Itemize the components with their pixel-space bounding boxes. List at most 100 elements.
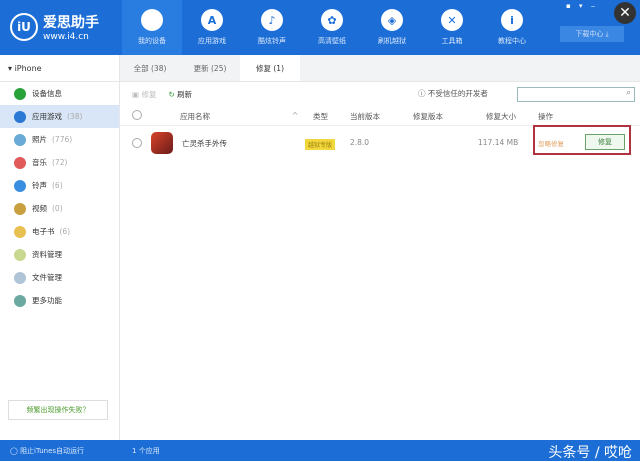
nav-icon: ✿ (321, 9, 343, 31)
repair-label: 修复 (141, 89, 157, 99)
nav-icon: i (501, 9, 523, 31)
nav-icon: A (201, 9, 223, 31)
sidebar-item-count: (6) (52, 181, 63, 190)
help-button[interactable]: 频繁出现操作失败？ (8, 400, 108, 420)
untrusted-developer-link[interactable]: ⓘ 不受信任的开发者 (418, 88, 488, 99)
sidebar-item[interactable]: 铃声 (6) (0, 174, 119, 197)
col-action: 操作 (538, 112, 553, 121)
sidebar-icon (14, 110, 26, 123)
nav-item[interactable]: ✕ 工具箱 (422, 0, 482, 55)
sidebar-icon (14, 87, 26, 100)
nav-item[interactable]: i 教程中心 (482, 0, 542, 55)
tab[interactable]: 全部 (38) (120, 55, 180, 81)
table-header: 应用名称 ^ 类型 当前版本 修复版本 修复大小 操作 (120, 106, 640, 126)
app-name: 亡灵杀手外传 (182, 139, 227, 148)
tab[interactable]: 更新 (25) (180, 55, 240, 81)
sidebar-item-label: 视频 (32, 204, 47, 213)
nav-item[interactable]: ♪ 酷炫铃声 (242, 0, 302, 55)
repair-icon: ▣ (132, 89, 142, 99)
table-row[interactable]: 亡灵杀手外传 越狱专版 2.8.0 117.14 MB 忽略修复 修复 (120, 125, 640, 159)
device-name: iPhone (14, 63, 42, 73)
nav-label: 酷炫铃声 (258, 37, 286, 45)
logo-name: 爱思助手 (43, 15, 99, 31)
sidebar-item-label: 应用游戏 (32, 112, 62, 121)
search-icon: ⌕ (625, 88, 631, 98)
sidebar-item-label: 设备信息 (32, 89, 62, 98)
sidebar-icon (14, 179, 26, 192)
nav-label: 应用游戏 (198, 37, 226, 45)
col-name[interactable]: 应用名称 (180, 111, 210, 122)
sidebar-item[interactable]: 资料管理 (0, 243, 119, 266)
sidebar-item-count: (38) (67, 112, 83, 121)
sidebar-item-count: (6) (59, 227, 71, 236)
nav-item[interactable]: 我的设备 (122, 0, 182, 55)
main-nav: 我的设备 A 应用游戏 ♪ 酷炫铃声 ✿ 高清壁纸 ◈ 刷机越狱 ✕ 工具箱 i 教程中心 (122, 0, 542, 55)
sidebar-icon (14, 271, 26, 284)
sidebar-item[interactable]: 应用游戏 (38) (0, 105, 119, 128)
tab[interactable]: 修复 (1) (240, 55, 300, 81)
sidebar-icon (14, 294, 26, 307)
col-repair-version: 修复版本 (413, 112, 443, 121)
col-size: 修复大小 (486, 112, 516, 121)
close-icon[interactable]: ✕ (614, 2, 636, 24)
repair-size: 117.14 MB (478, 138, 519, 147)
nav-icon: ◈ (381, 9, 403, 31)
watermark: 头条号 / 哎呛 (548, 445, 632, 461)
refresh-icon: ↻ (168, 89, 178, 99)
col-type: 类型 (313, 112, 328, 121)
sidebar-item-count: (0) (52, 204, 63, 213)
download-center-button[interactable]: 下载中心 ⤓ (560, 26, 624, 42)
sidebar-icon (14, 202, 26, 215)
sidebar-item[interactable]: 视频 (0) (0, 197, 119, 220)
col-current-version: 当前版本 (350, 112, 380, 121)
window-controls[interactable]: ▪ ▾ ‒ (566, 2, 598, 10)
sidebar-item[interactable]: 设备信息 (0, 82, 119, 105)
nav-icon (141, 9, 163, 31)
nav-icon: ♪ (261, 9, 283, 31)
sidebar-icon (14, 248, 26, 261)
app-header: iU 爱思助手 www.i4.cn 我的设备 A 应用游戏 ♪ 酷炫铃声 ✿ 高清壁纸 ◈ 刷机越… (0, 0, 640, 55)
sidebar-icon (14, 133, 26, 146)
sidebar-item-label: 照片 (32, 135, 47, 144)
tab-bar: 全部 (38) 更新 (25) 修复 (1) (120, 55, 640, 82)
nav-item[interactable]: ✿ 高清壁纸 (302, 0, 362, 55)
block-itunes-toggle[interactable]: 阻止iTunes自动运行 (20, 446, 84, 456)
refresh-button[interactable]: ↻ 刷新 (168, 89, 192, 100)
toolbar: ▣ 修复 ↻ 刷新 ⓘ 不受信任的开发者 ⌕ (120, 82, 640, 106)
sidebar-item-label: 资料管理 (32, 250, 62, 259)
sidebar-item-label: 音乐 (32, 158, 47, 167)
sidebar-item-count: (776) (52, 135, 73, 144)
refresh-label: 刷新 (177, 89, 193, 99)
sidebar-icon (14, 156, 26, 169)
nav-label: 我的设备 (138, 37, 166, 45)
logo-url: www.i4.cn (43, 32, 89, 42)
untrusted-label: 不受信任的开发者 (427, 89, 488, 98)
repair-all-button[interactable]: ▣ 修复 (132, 89, 156, 100)
device-selector[interactable]: ▾ iPhone (0, 55, 119, 82)
search-input[interactable]: ⌕ (517, 87, 635, 102)
sidebar-item-label: 电子书 (32, 227, 55, 236)
nav-label: 教程中心 (498, 37, 526, 45)
sidebar-icon (14, 225, 26, 238)
nav-label: 工具箱 (441, 37, 463, 45)
select-all-checkbox[interactable] (132, 110, 142, 120)
nav-item[interactable]: A 应用游戏 (182, 0, 242, 55)
info-icon: ⓘ (418, 89, 428, 98)
sidebar-item[interactable]: 照片 (776) (0, 128, 119, 151)
sidebar-item[interactable]: 更多功能 (0, 289, 119, 312)
logo-icon: iU (10, 13, 38, 41)
sort-icon[interactable]: ^ (292, 111, 298, 120)
type-badge: 越狱专版 (305, 139, 336, 150)
nav-label: 刷机越狱 (378, 37, 406, 45)
sidebar: ▾ iPhone 设备信息应用游戏 (38) 照片 (776) 音乐 (72) 铃声 (6) 视… (0, 55, 120, 440)
sidebar-item[interactable]: 音乐 (72) (0, 151, 119, 174)
circle-icon: ◯ (10, 446, 21, 455)
sidebar-item-label: 更多功能 (32, 296, 62, 305)
nav-icon: ✕ (441, 9, 463, 31)
sidebar-item[interactable]: 文件管理 (0, 266, 119, 289)
sidebar-item-label: 文件管理 (32, 273, 62, 282)
sidebar-item[interactable]: 电子书 (6) (0, 220, 119, 243)
row-checkbox[interactable] (132, 138, 142, 148)
nav-item[interactable]: ◈ 刷机越狱 (362, 0, 422, 55)
sidebar-item-label: 铃声 (32, 181, 47, 190)
